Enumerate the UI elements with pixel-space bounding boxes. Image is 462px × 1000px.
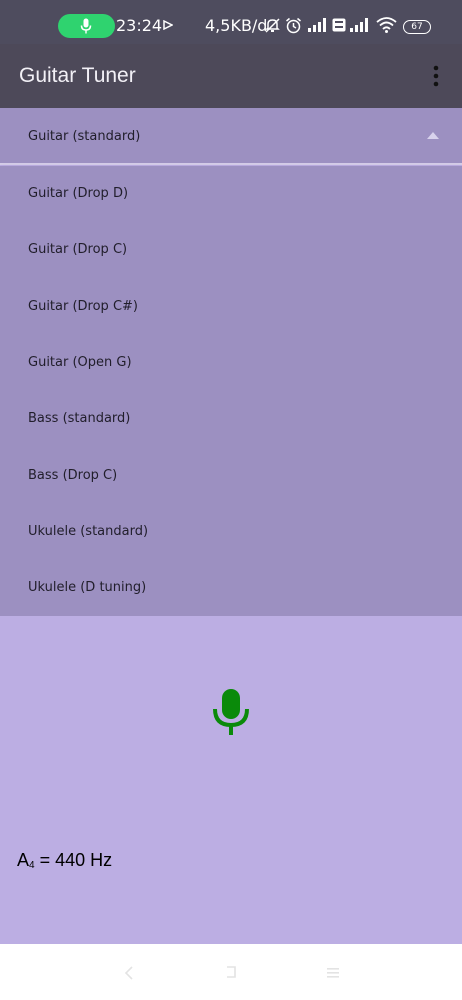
signal-icon xyxy=(350,18,368,32)
app-screen: 23:24 4,5KB/d 67 Guitar Tuner Guitar (st… xyxy=(0,0,462,1000)
back-icon[interactable] xyxy=(124,966,134,980)
caret-up-icon[interactable] xyxy=(427,132,439,139)
option-label: Bass (Drop C) xyxy=(28,468,118,483)
option-label: Ukulele (standard) xyxy=(28,524,149,539)
wifi-icon xyxy=(376,17,397,33)
tuning-option-open-g[interactable]: Guitar (Open G) xyxy=(0,335,462,391)
option-label: Guitar (Drop C) xyxy=(28,242,128,257)
reference-frequency: = 440 Hz xyxy=(34,850,113,870)
option-label: Guitar (Open G) xyxy=(28,355,132,370)
app-title: Guitar Tuner xyxy=(19,64,136,87)
microphone-icon xyxy=(80,18,92,34)
alarm-icon xyxy=(286,17,301,34)
recents-icon[interactable] xyxy=(326,966,340,980)
option-label: Guitar (Drop D) xyxy=(28,186,129,201)
tuning-option-ukulele-d[interactable]: Ukulele (D tuning) xyxy=(0,560,462,616)
clock: 23:24 xyxy=(116,16,163,35)
tuning-option-bass-standard[interactable]: Bass (standard) xyxy=(0,391,462,447)
tuning-option-drop-c[interactable]: Guitar (Drop C) xyxy=(0,222,462,278)
tuning-option-drop-d[interactable]: Guitar (Drop D) xyxy=(0,166,462,222)
tuning-option-drop-c-sharp[interactable]: Guitar (Drop C#) xyxy=(0,279,462,335)
select-underline xyxy=(0,163,462,165)
app-bar: Guitar Tuner xyxy=(0,44,462,108)
option-label: Guitar (Drop C#) xyxy=(28,299,138,314)
recording-indicator[interactable] xyxy=(58,14,115,38)
microphone-icon[interactable] xyxy=(210,687,252,737)
tuning-option-bass-drop-c[interactable]: Bass (Drop C) xyxy=(0,448,462,504)
battery-level: 67 xyxy=(411,22,423,32)
tuning-select-value: Guitar (standard) xyxy=(28,129,141,144)
network-speed: 4,5KB/d xyxy=(205,16,268,35)
volte-icon xyxy=(332,18,346,32)
status-bar: 23:24 4,5KB/d 67 xyxy=(0,0,462,44)
tuning-select[interactable]: Guitar (standard) xyxy=(0,108,462,164)
reference-note: A xyxy=(17,850,30,870)
tuning-options-list: Guitar (Drop D) Guitar (Drop C) Guitar (… xyxy=(0,166,462,616)
cast-icon xyxy=(163,20,173,30)
more-vert-icon[interactable] xyxy=(424,62,448,90)
tuning-option-ukulele-standard[interactable]: Ukulele (standard) xyxy=(0,504,462,560)
reference-pitch[interactable]: A4 = 440 Hz xyxy=(17,849,112,877)
option-label: Ukulele (D tuning) xyxy=(28,580,147,595)
bell-off-icon xyxy=(265,18,280,33)
tuner-area xyxy=(0,616,462,944)
option-label: Bass (standard) xyxy=(28,411,131,426)
signal-icon xyxy=(308,18,326,32)
battery-icon: 67 xyxy=(403,20,431,34)
home-icon[interactable] xyxy=(223,964,239,980)
